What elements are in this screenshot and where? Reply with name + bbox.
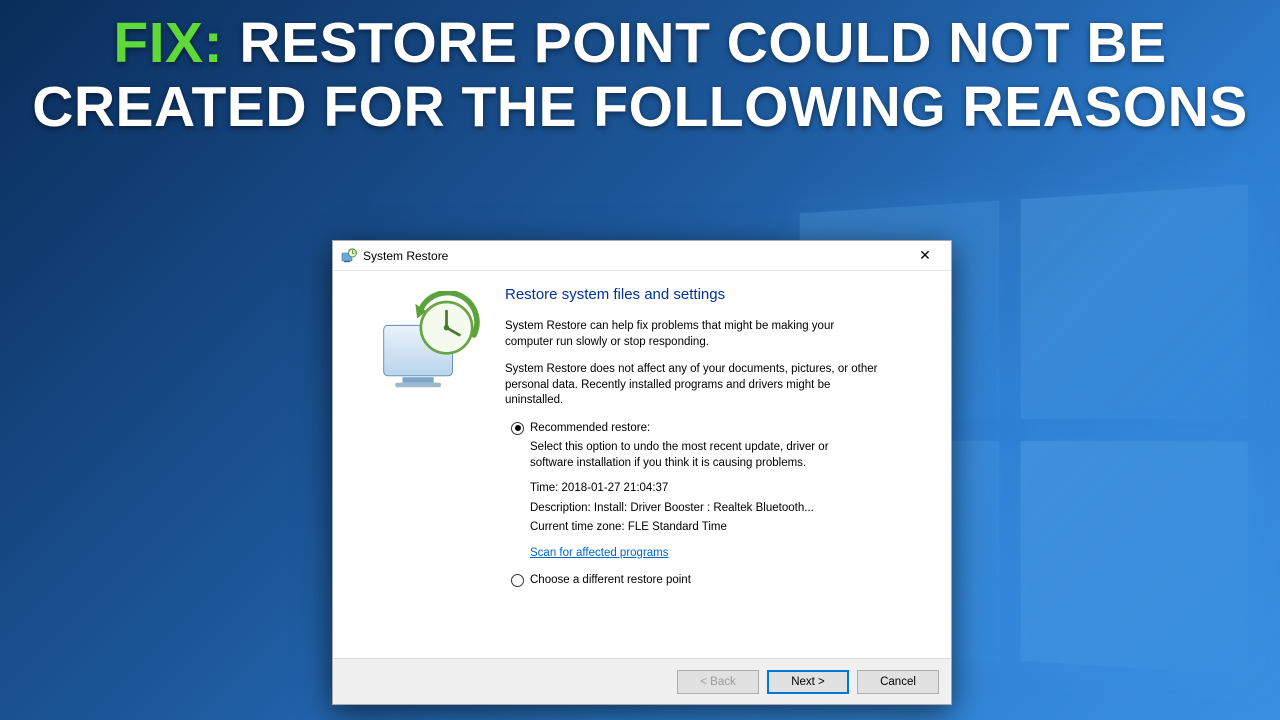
- option-choose-label: Choose a different restore point: [530, 573, 691, 589]
- restore-options: Recommended restore: Select this option …: [505, 421, 929, 589]
- system-restore-dialog: System Restore ✕: [332, 240, 952, 705]
- titlebar: System Restore ✕: [333, 241, 951, 271]
- option-recommended[interactable]: Recommended restore:: [511, 421, 929, 437]
- restore-description: Description: Install: Driver Booster : R…: [511, 501, 929, 517]
- close-button[interactable]: ✕: [903, 242, 947, 270]
- headline-prefix: FIX:: [113, 11, 223, 75]
- restore-illustration: [355, 285, 505, 648]
- thumbnail-headline: FIX: RESTORE POINT COULD NOT BE CREATED …: [0, 12, 1280, 140]
- cancel-button[interactable]: Cancel: [857, 670, 939, 694]
- dialog-heading: Restore system files and settings: [505, 285, 929, 305]
- dialog-body: Restore system files and settings System…: [333, 271, 951, 658]
- restore-time: Time: 2018-01-27 21:04:37: [511, 481, 929, 497]
- radio-choose-different[interactable]: [511, 574, 524, 587]
- option-choose-different[interactable]: Choose a different restore point: [511, 573, 929, 589]
- option-recommended-label: Recommended restore:: [530, 421, 650, 437]
- intro-paragraph-2: System Restore does not affect any of yo…: [505, 362, 885, 409]
- next-button[interactable]: Next >: [767, 670, 849, 694]
- intro-paragraph-1: System Restore can help fix problems tha…: [505, 319, 885, 350]
- option-recommended-desc: Select this option to undo the most rece…: [511, 440, 871, 471]
- window-title: System Restore: [363, 249, 903, 263]
- radio-recommended[interactable]: [511, 422, 524, 435]
- scan-affected-programs-link[interactable]: Scan for affected programs: [511, 546, 669, 562]
- system-restore-icon: [341, 248, 357, 264]
- close-icon: ✕: [919, 247, 931, 264]
- dialog-footer: < Back Next > Cancel: [333, 658, 951, 704]
- restore-timezone: Current time zone: FLE Standard Time: [511, 520, 929, 536]
- back-button: < Back: [677, 670, 759, 694]
- dialog-content: Restore system files and settings System…: [505, 285, 929, 648]
